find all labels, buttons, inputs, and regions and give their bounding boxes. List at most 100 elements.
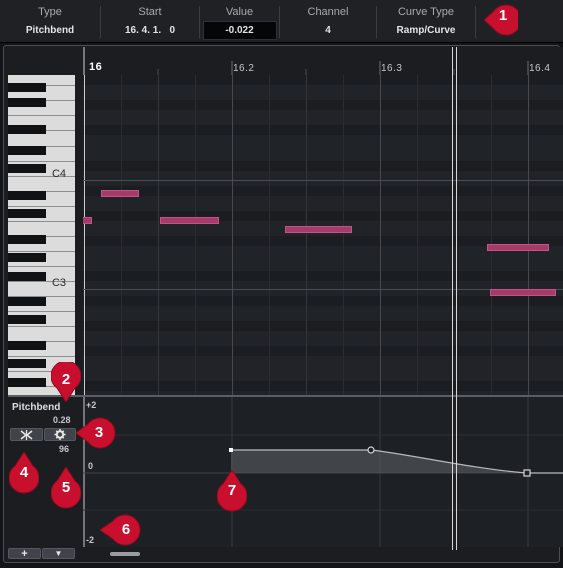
- black-key[interactable]: [8, 272, 46, 281]
- beat-line: [232, 75, 233, 395]
- add-lane-button[interactable]: +: [8, 548, 41, 560]
- grid-line: [195, 75, 196, 395]
- scale-bottom-label: -2: [86, 535, 95, 545]
- grid-line: [417, 75, 418, 395]
- black-key[interactable]: [8, 378, 46, 387]
- lane-controller-name[interactable]: Pitchbend: [12, 402, 60, 413]
- key-label-c3: C3: [51, 277, 66, 289]
- grid-line: [158, 75, 159, 395]
- project-cursor[interactable]: [456, 47, 457, 550]
- key-label-c4: C4: [51, 168, 66, 180]
- callout-marker: 2: [50, 360, 82, 403]
- callout-marker: 6: [99, 513, 141, 549]
- black-key[interactable]: [8, 164, 46, 173]
- info-line: Type Pitchbend Start 16. 4. 1. 0 Value -…: [0, 0, 563, 43]
- grid-line: [269, 75, 270, 395]
- toggle-controller-lane-button[interactable]: [10, 428, 43, 441]
- white-key-border: [8, 206, 75, 207]
- callout-marker: 7: [216, 469, 248, 512]
- callout-marker: 4: [8, 451, 40, 494]
- project-cursor[interactable]: [452, 47, 453, 550]
- scale-top-label: +2: [86, 400, 97, 410]
- info-value-label: Value: [225, 6, 254, 18]
- white-key-border: [8, 251, 75, 252]
- lane-secondary-value: 96: [59, 444, 70, 454]
- bar-line: [84, 75, 85, 395]
- midi-note[interactable]: [487, 244, 549, 251]
- callout-number: 7: [227, 482, 237, 499]
- info-type[interactable]: Type Pitchbend: [0, 0, 100, 42]
- black-key[interactable]: [8, 359, 46, 368]
- midi-note[interactable]: [101, 190, 139, 197]
- ruler-beat-label: 16.3: [381, 63, 403, 74]
- octave-line-c4: [83, 180, 563, 181]
- horizontal-scrollbar-thumb[interactable]: [110, 552, 140, 556]
- lane-settings-button[interactable]: [44, 428, 76, 441]
- info-curve-type-label: Curve Type: [397, 6, 455, 18]
- black-key[interactable]: [8, 253, 46, 262]
- black-key[interactable]: [8, 125, 46, 134]
- midi-note[interactable]: [160, 217, 219, 224]
- callout-marker: 5: [50, 466, 82, 509]
- black-key[interactable]: [8, 297, 46, 306]
- info-start-label: Start: [138, 6, 162, 18]
- pitchbend-curve: [83, 397, 563, 547]
- white-key-border: [8, 356, 75, 357]
- info-value-field[interactable]: -0.022: [200, 25, 279, 36]
- beat-line: [528, 75, 529, 395]
- lane-current-value: 0.28: [53, 415, 71, 425]
- ruler[interactable]: 16 16.2 16.3 16.4: [83, 47, 563, 76]
- info-curve-type[interactable]: Curve Type Ramp/Curve: [377, 0, 475, 42]
- ruler-beat-label: 16.4: [529, 63, 551, 74]
- merge-icon: [20, 430, 33, 440]
- grid-line: [491, 75, 492, 395]
- callout-number: 2: [61, 371, 71, 388]
- info-channel-label: Channel: [307, 6, 349, 18]
- piano-keyboard[interactable]: C4 C3: [8, 75, 75, 395]
- black-key[interactable]: [8, 191, 46, 200]
- gear-icon: [54, 429, 66, 440]
- black-key[interactable]: [8, 146, 46, 155]
- callout-number: 3: [94, 424, 104, 441]
- info-start-value[interactable]: 16. 4. 1. 0: [101, 25, 199, 36]
- black-key[interactable]: [8, 83, 46, 92]
- grid-line: [343, 75, 344, 395]
- grid-line: [306, 75, 307, 395]
- info-curve-type-value[interactable]: Ramp/Curve: [377, 25, 475, 36]
- info-channel-value[interactable]: 4: [280, 25, 376, 36]
- info-separator: [475, 6, 476, 38]
- info-channel[interactable]: Channel 4: [280, 0, 376, 42]
- ruler-bar-label: 16: [89, 61, 103, 73]
- curve-point[interactable]: [229, 448, 233, 452]
- black-key[interactable]: [8, 98, 46, 107]
- info-type-value[interactable]: Pitchbend: [0, 25, 100, 36]
- info-value[interactable]: Value -0.022: [200, 0, 279, 42]
- scale-zero-label: 0: [88, 461, 94, 471]
- white-key-border: [8, 161, 75, 162]
- white-key-border: [8, 115, 75, 116]
- callout-marker: 1: [483, 2, 522, 38]
- midi-note[interactable]: [83, 217, 92, 224]
- note-grid[interactable]: [83, 75, 563, 395]
- controller-lane[interactable]: +2 0 -2: [83, 397, 563, 547]
- white-key-border: [8, 326, 75, 327]
- black-key[interactable]: [8, 341, 46, 350]
- callout-number: 1: [498, 7, 508, 24]
- info-type-label: Type: [38, 6, 62, 18]
- ruler-beat-label: 16.2: [233, 63, 255, 74]
- info-start[interactable]: Start 16. 4. 1. 0: [101, 0, 199, 42]
- curve-handle[interactable]: [367, 446, 375, 454]
- curve-point[interactable]: [523, 469, 531, 477]
- midi-note[interactable]: [285, 226, 352, 233]
- white-key-border: [8, 311, 75, 312]
- callout-number: 6: [121, 521, 131, 538]
- grid-line: [121, 75, 122, 395]
- beat-line: [380, 75, 381, 395]
- black-key[interactable]: [8, 315, 46, 324]
- black-key[interactable]: [8, 235, 46, 244]
- midi-note[interactable]: [490, 289, 556, 296]
- lane-menu-button[interactable]: ▼: [42, 548, 75, 559]
- black-key[interactable]: [8, 209, 46, 218]
- callout-number: 4: [19, 464, 29, 481]
- ruler-ticks: [83, 47, 529, 76]
